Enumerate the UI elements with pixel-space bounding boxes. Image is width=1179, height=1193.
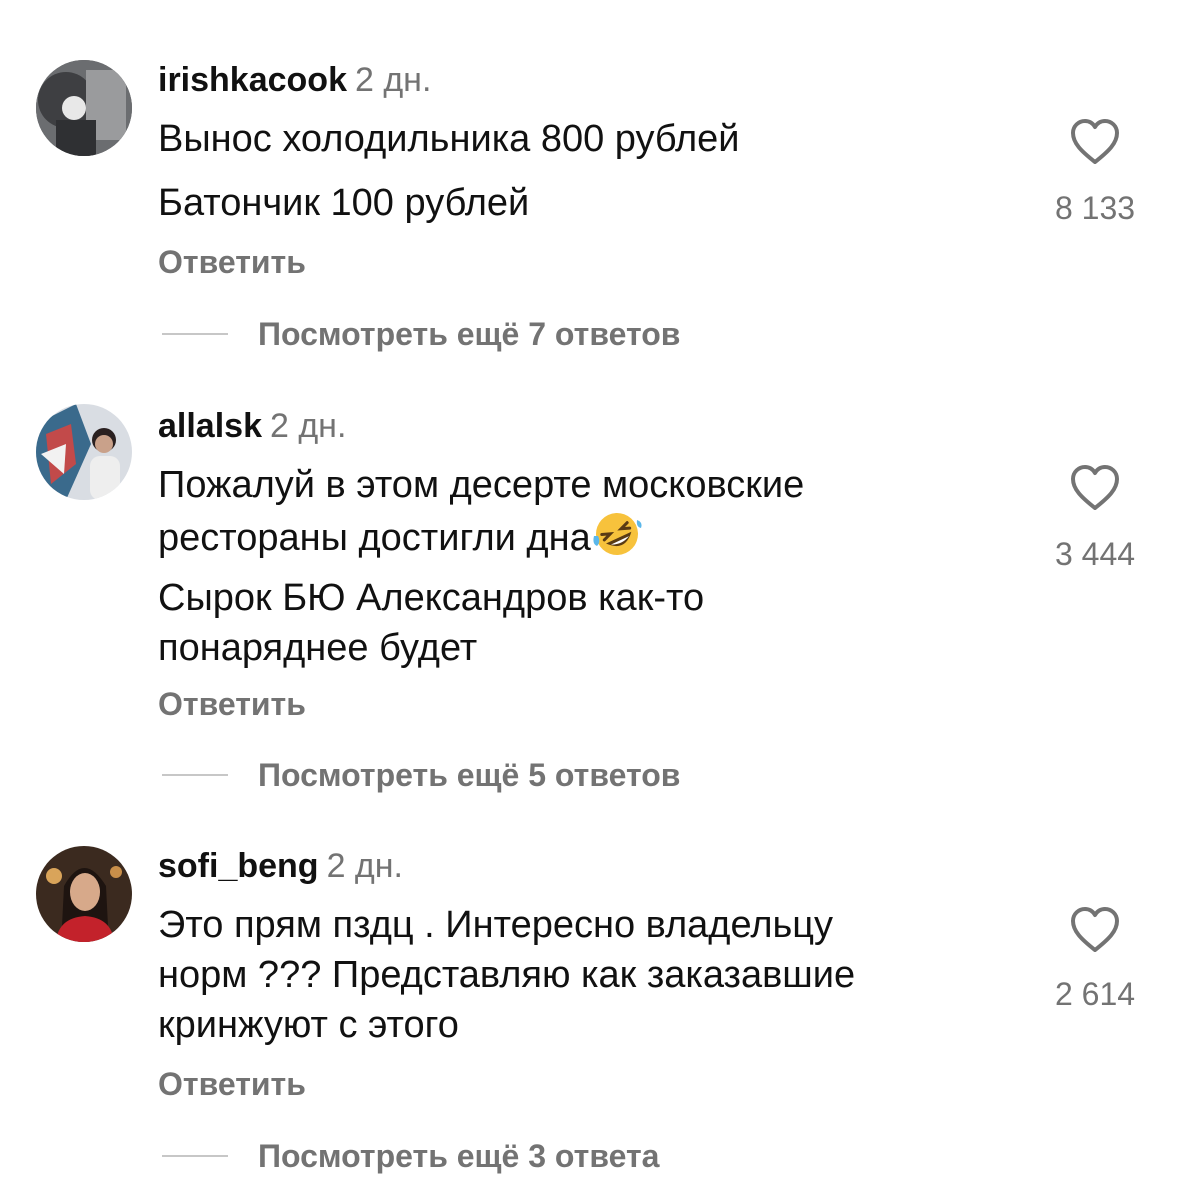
heart-outline-icon [1071, 119, 1119, 164]
comment-line: Батончик 100 рублей [158, 182, 530, 224]
heart-outline-icon [1071, 907, 1119, 952]
avatar[interactable] [36, 60, 132, 156]
comment-line: Это прям пздц . Интересно владельцу [158, 904, 834, 946]
comment-line: Сырок БЮ Александров как-то [158, 577, 705, 619]
comment-text: Пожалуй в этом десерте московские рестор… [158, 460, 978, 673]
reply-button[interactable]: Ответить [158, 684, 306, 724]
like-count: 8 133 [1054, 190, 1136, 226]
comment-meta: irishkacook 2 дн. [158, 60, 431, 100]
view-more-replies-label: Посмотреть ещё 5 ответов [258, 757, 681, 793]
like-count: 2 614 [1054, 976, 1136, 1012]
comment-time: 2 дн. [326, 847, 403, 885]
reply-button[interactable]: Ответить [158, 1064, 306, 1104]
heart-outline-icon [1071, 465, 1119, 510]
like-count: 3 444 [1054, 536, 1136, 572]
username[interactable]: irishkacook [158, 61, 347, 99]
comment-time: 2 дн. [269, 407, 347, 445]
comment-text: Это прям пздц . Интересно владельцу норм… [158, 900, 978, 1050]
comment-meta: allalsk 2 дн. [158, 406, 346, 446]
comment-line: рестораны достигли дна [158, 510, 978, 563]
reply-button[interactable]: Ответить [158, 242, 306, 282]
username[interactable]: allalsk [158, 407, 262, 445]
comment-text: Вынос холодильника 800 рублей Батончик 1… [158, 114, 978, 228]
comment-line: Пожалуй в этом десерте московские [158, 464, 805, 506]
replies-divider [162, 1155, 228, 1157]
comment-time: 2 дн. [354, 61, 432, 99]
view-more-replies-label: Посмотреть ещё 7 ответов [258, 316, 681, 352]
comment-meta: sofi_beng 2 дн. [158, 846, 403, 886]
like-button[interactable] [1040, 464, 1150, 512]
comment-line: норм ??? Представляю как заказавшие [158, 954, 856, 996]
view-more-replies-label: Посмотреть ещё 3 ответа [258, 1138, 660, 1174]
comment-line-text: рестораны достигли дна [158, 517, 591, 559]
rolling-on-floor-laughing-emoji [593, 513, 642, 555]
avatar[interactable] [36, 846, 132, 942]
replies-divider [162, 333, 228, 335]
comment-line: понаряднее будет [158, 627, 478, 669]
username[interactable]: sofi_beng [158, 847, 319, 885]
comment-line: Вынос холодильника 800 рублей [158, 118, 740, 160]
like-button[interactable] [1040, 906, 1150, 954]
replies-divider [162, 774, 228, 776]
like-button[interactable] [1040, 118, 1150, 166]
comment-line: кринжуют с этого [158, 1004, 459, 1046]
avatar[interactable] [36, 404, 132, 500]
